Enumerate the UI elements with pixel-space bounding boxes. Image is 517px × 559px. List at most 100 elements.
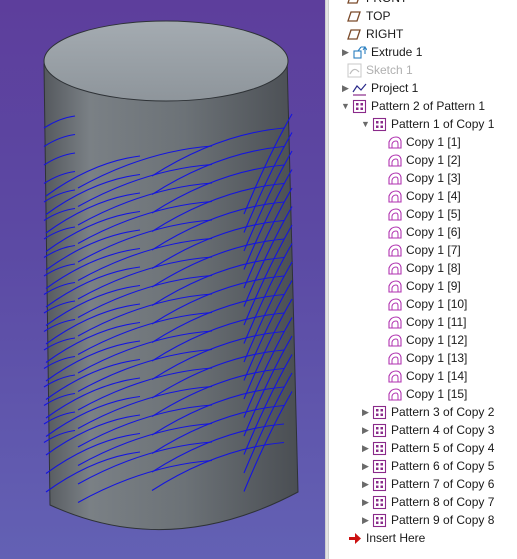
tree-item[interactable]: TOP	[329, 7, 517, 25]
insert-arrow-icon	[347, 531, 362, 546]
tree-item-label: Extrude 1	[371, 45, 423, 59]
copy-icon	[387, 387, 402, 402]
tree-item-label: Sketch 1	[366, 63, 413, 77]
tree-item[interactable]: Copy 1 [5]	[329, 205, 517, 223]
tree-item[interactable]: ▶ Pattern 8 of Copy 7	[329, 493, 517, 511]
copy-icon	[387, 351, 402, 366]
copy-icon	[387, 153, 402, 168]
tree-item-label: Copy 1 [8]	[406, 261, 461, 275]
pattern-icon	[352, 99, 367, 114]
copy-icon	[387, 243, 402, 258]
tree-item[interactable]: ▶ Pattern 3 of Copy 2	[329, 403, 517, 421]
tree-item-label: Copy 1 [11]	[406, 315, 467, 329]
collapse-arrow-icon[interactable]: ▶	[359, 496, 372, 509]
tree-item[interactable]: Copy 1 [6]	[329, 223, 517, 241]
collapse-arrow-icon[interactable]: ▶	[359, 442, 372, 455]
tree-item[interactable]: ▶ Pattern 5 of Copy 4	[329, 439, 517, 457]
datum-plane-icon	[347, 0, 362, 6]
tree-item[interactable]: ▼ Pattern 2 of Pattern 1	[329, 97, 517, 115]
tree-item[interactable]: Copy 1 [2]	[329, 151, 517, 169]
copy-icon	[387, 369, 402, 384]
tree-item[interactable]: Copy 1 [11]	[329, 313, 517, 331]
copy-icon	[387, 189, 402, 204]
tree-item[interactable]: ▶ Extrude 1	[329, 43, 517, 61]
tree-item[interactable]: Copy 1 [9]	[329, 277, 517, 295]
tree-item[interactable]: Copy 1 [10]	[329, 295, 517, 313]
pattern-icon	[372, 423, 387, 438]
pattern-icon	[372, 441, 387, 456]
collapse-arrow-icon[interactable]: ▶	[359, 460, 372, 473]
tree-item-label: Copy 1 [2]	[406, 153, 461, 167]
tree-item[interactable]: RIGHT	[329, 25, 517, 43]
pattern-icon	[372, 513, 387, 528]
expand-arrow-icon[interactable]: ▼	[339, 100, 352, 113]
tree-item[interactable]: Copy 1 [14]	[329, 367, 517, 385]
tree-item-label: Copy 1 [10]	[406, 297, 468, 311]
tree-item[interactable]: Sketch 1	[329, 61, 517, 79]
3d-viewport[interactable]	[0, 0, 325, 559]
copy-icon	[387, 207, 402, 222]
tree-item[interactable]: Copy 1 [8]	[329, 259, 517, 277]
tree-item-label: Copy 1 [15]	[406, 387, 468, 401]
pattern-icon	[372, 477, 387, 492]
tree-item[interactable]: Copy 1 [13]	[329, 349, 517, 367]
collapse-arrow-icon[interactable]: ▶	[339, 82, 352, 95]
expand-arrow-icon[interactable]: ▼	[359, 118, 372, 131]
collapse-arrow-icon[interactable]: ▶	[339, 46, 352, 59]
tree-item-label: RIGHT	[366, 27, 404, 41]
tree-item[interactable]: Copy 1 [7]	[329, 241, 517, 259]
tree-item[interactable]: FRONT	[329, 0, 517, 7]
tree-item[interactable]: ▶ Pattern 9 of Copy 8	[329, 511, 517, 529]
tree-item[interactable]: Copy 1 [3]	[329, 169, 517, 187]
tree-item-label: Copy 1 [13]	[406, 351, 468, 365]
sketch-icon	[347, 63, 362, 78]
tree-item-label: Copy 1 [7]	[406, 243, 461, 257]
tree-item-label: Insert Here	[366, 531, 426, 545]
tree-item-label: Pattern 3 of Copy 2	[391, 405, 495, 419]
collapse-arrow-icon[interactable]: ▶	[359, 424, 372, 437]
tree-item-label: Copy 1 [1]	[406, 135, 461, 149]
feature-tree[interactable]: FRONT TOP RIGHT ▶ Extrude 1 Sketch 1 ▶ Project …	[329, 0, 517, 559]
collapse-arrow-icon[interactable]: ▶	[359, 514, 372, 527]
tree-item-label: Copy 1 [12]	[406, 333, 468, 347]
copy-icon	[387, 171, 402, 186]
cylinder-model[interactable]	[0, 0, 325, 559]
tree-item[interactable]: ▶ Project 1	[329, 79, 517, 97]
tree-item-label: Copy 1 [9]	[406, 279, 461, 293]
tree-item[interactable]: Insert Here	[329, 529, 517, 547]
tree-item[interactable]: Copy 1 [15]	[329, 385, 517, 403]
tree-item[interactable]: Copy 1 [12]	[329, 331, 517, 349]
datum-plane-icon	[347, 9, 362, 24]
tree-item-label: Pattern 1 of Copy 1	[391, 117, 495, 131]
extrude-icon	[352, 45, 367, 60]
collapse-arrow-icon[interactable]: ▶	[359, 406, 372, 419]
tree-item-label: Pattern 6 of Copy 5	[391, 459, 495, 473]
tree-item[interactable]: Copy 1 [1]	[329, 133, 517, 151]
collapse-arrow-icon[interactable]: ▶	[359, 478, 372, 491]
tree-item[interactable]: Copy 1 [4]	[329, 187, 517, 205]
copy-icon	[387, 315, 402, 330]
tree-item[interactable]: ▼ Pattern 1 of Copy 1	[329, 115, 517, 133]
tree-item-label: Copy 1 [4]	[406, 189, 461, 203]
tree-item[interactable]: ▶ Pattern 7 of Copy 6	[329, 475, 517, 493]
pattern-icon	[372, 405, 387, 420]
tree-item-label: Copy 1 [6]	[406, 225, 461, 239]
tree-item[interactable]: ▶ Pattern 6 of Copy 5	[329, 457, 517, 475]
pattern-icon	[372, 117, 387, 132]
tree-item[interactable]: ▶ Pattern 4 of Copy 3	[329, 421, 517, 439]
tree-item-label: Project 1	[371, 81, 419, 95]
pattern-icon	[372, 459, 387, 474]
tree-item-label: Pattern 5 of Copy 4	[391, 441, 495, 455]
